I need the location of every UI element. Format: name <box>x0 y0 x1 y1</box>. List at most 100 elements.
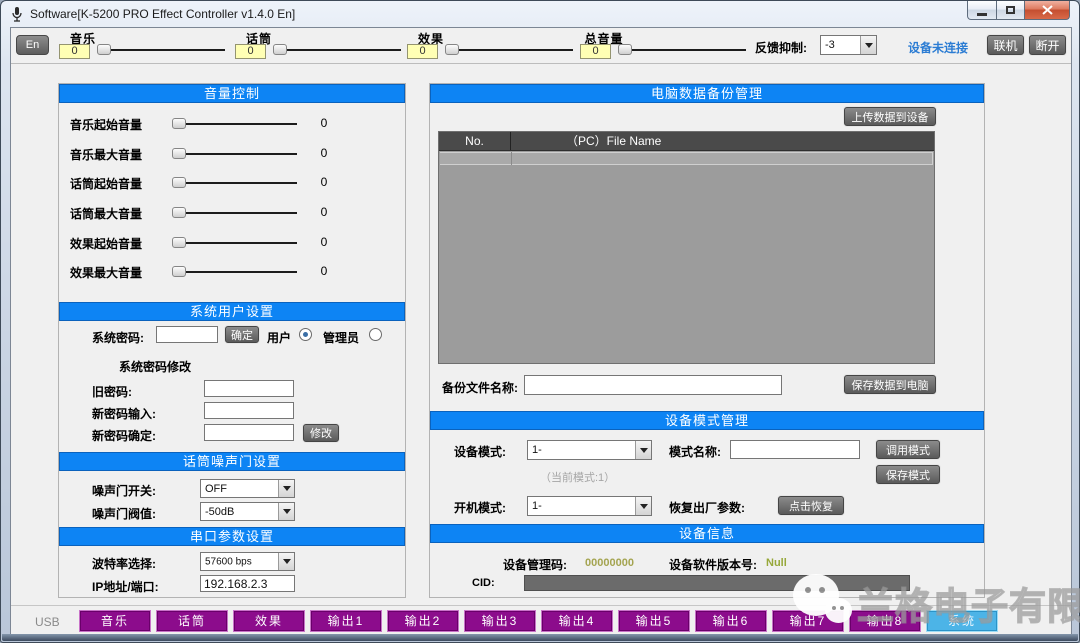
slider-handle[interactable] <box>172 148 186 159</box>
cid-label: CID: <box>472 577 495 589</box>
slider-handle[interactable] <box>172 177 186 188</box>
channel-button-output1[interactable]: 输出1 <box>310 610 382 632</box>
slider-label: 效果最大音量 <box>70 264 142 281</box>
close-icon <box>1042 5 1053 15</box>
noise-gate-threshold-select[interactable]: -50dB <box>200 502 295 521</box>
client-area: En 音乐 0 话筒 0 效果 0 总音量 0 反馈抑制: <box>10 27 1072 635</box>
slider-handle[interactable] <box>172 118 186 129</box>
table-empty-row[interactable] <box>440 152 933 165</box>
slider-value: 0 <box>309 175 339 189</box>
section-header-system-user: 系统用户设置 <box>59 302 405 321</box>
slider-handle[interactable] <box>618 44 632 55</box>
slider-label: 音乐起始音量 <box>70 116 142 133</box>
backup-filename-label: 备份文件名称: <box>442 379 518 396</box>
slider-track[interactable] <box>97 49 225 51</box>
slider-handle[interactable] <box>172 266 186 277</box>
slider-label: 音乐最大音量 <box>70 146 142 163</box>
version-label: 设备软件版本号: <box>669 556 757 573</box>
disconnect-button[interactable]: 断开 <box>1029 35 1066 55</box>
call-mode-button[interactable]: 调用模式 <box>876 440 940 459</box>
connect-button[interactable]: 联机 <box>987 35 1024 55</box>
feedback-suppression-select[interactable]: -3 <box>820 35 877 55</box>
boot-mode-select[interactable]: 1- <box>527 496 652 516</box>
slider-handle[interactable] <box>445 44 459 55</box>
mode-name-input[interactable] <box>730 440 860 459</box>
system-tab-button[interactable]: 系统 <box>926 610 998 632</box>
save-to-pc-button[interactable]: 保存数据到电脑 <box>844 375 936 394</box>
channel-button-music[interactable]: 音乐 <box>79 610 151 632</box>
user-radio[interactable] <box>299 328 312 341</box>
factory-restore-button[interactable]: 点击恢复 <box>778 496 844 515</box>
channel-button-output5[interactable]: 输出5 <box>618 610 690 632</box>
channel-button-output8[interactable]: 输出8 <box>849 610 921 632</box>
old-password-input[interactable] <box>204 380 294 397</box>
device-mode-value: 1- <box>532 444 542 456</box>
channel-button-mic[interactable]: 话筒 <box>156 610 228 632</box>
slider-track[interactable] <box>172 123 297 125</box>
language-button[interactable]: En <box>16 35 49 55</box>
close-button[interactable] <box>1025 1 1070 20</box>
slider-value: 0 <box>309 235 339 249</box>
slider-value: 0 <box>309 116 339 130</box>
confirm-password-input[interactable] <box>204 424 294 441</box>
slider-track[interactable] <box>618 49 746 51</box>
noise-gate-switch-select[interactable]: OFF <box>200 479 295 498</box>
window-title: Software[K-5200 PRO Effect Controller v1… <box>30 7 295 21</box>
slider-handle[interactable] <box>172 207 186 218</box>
slider-handle[interactable] <box>172 237 186 248</box>
channel-button-output7[interactable]: 输出7 <box>772 610 844 632</box>
slider-track[interactable] <box>172 182 297 184</box>
section-header-device-mode: 设备模式管理 <box>430 411 984 430</box>
version-value: Null <box>766 557 787 569</box>
device-mode-select[interactable]: 1- <box>527 440 652 460</box>
dropdown-arrow-icon[interactable] <box>860 36 876 54</box>
minimize-button[interactable] <box>967 1 997 20</box>
channel-button-output2[interactable]: 输出2 <box>387 610 459 632</box>
volume-slider-row: 效果最大音量 0 <box>59 259 405 283</box>
dropdown-arrow-icon[interactable] <box>635 497 651 515</box>
maximize-button[interactable] <box>997 1 1025 20</box>
current-mode-note: （当前模式:1） <box>540 469 615 485</box>
section-header-serial-port: 串口参数设置 <box>59 527 405 546</box>
baud-rate-select[interactable]: 57600 bps <box>200 552 295 571</box>
new-password-input[interactable] <box>204 402 294 419</box>
dropdown-arrow-icon[interactable] <box>278 480 294 497</box>
noise-gate-threshold-value: -50dB <box>205 506 234 518</box>
mgmt-code-label: 设备管理码: <box>503 556 567 573</box>
password-confirm-button[interactable]: 确定 <box>225 326 259 343</box>
channel-button-output3[interactable]: 输出3 <box>464 610 536 632</box>
admin-radio[interactable] <box>369 328 382 341</box>
window-controls <box>967 1 1070 20</box>
slider-handle[interactable] <box>273 44 287 55</box>
slider-track[interactable] <box>273 49 401 51</box>
left-panel: 音量控制 音乐起始音量 0 音乐最大音量 0 话筒起始音量 0 话筒最大音量 0 <box>58 83 406 598</box>
dropdown-arrow-icon[interactable] <box>635 441 651 459</box>
channel-button-output4[interactable]: 输出4 <box>541 610 613 632</box>
backup-table[interactable]: No. （PC）File Name <box>438 131 935 364</box>
section-header-volume-control: 音量控制 <box>59 84 405 103</box>
system-password-input[interactable] <box>156 326 218 343</box>
dropdown-arrow-icon[interactable] <box>278 553 294 570</box>
slider-track[interactable] <box>172 271 297 273</box>
channel-button-output6[interactable]: 输出6 <box>695 610 767 632</box>
slider-track[interactable] <box>172 212 297 214</box>
slider-handle[interactable] <box>97 44 111 55</box>
mode-name-label: 模式名称: <box>669 443 721 460</box>
dropdown-arrow-icon[interactable] <box>278 503 294 520</box>
password-modify-button[interactable]: 修改 <box>303 424 339 442</box>
slider-value: 0 <box>309 205 339 219</box>
titlebar[interactable]: Software[K-5200 PRO Effect Controller v1… <box>1 1 1079 27</box>
slider-value: 0 <box>309 264 339 278</box>
slider-track[interactable] <box>172 242 297 244</box>
ip-address-input[interactable] <box>200 575 295 592</box>
channel-button-effect[interactable]: 效果 <box>233 610 305 632</box>
backup-filename-input[interactable] <box>524 375 782 395</box>
cid-value-bar <box>524 575 910 591</box>
slider-track[interactable] <box>172 153 297 155</box>
save-mode-button[interactable]: 保存模式 <box>876 465 940 484</box>
volume-slider-row: 音乐最大音量 0 <box>59 141 405 165</box>
user-radio-label: 用户 <box>267 329 291 346</box>
upload-to-device-button[interactable]: 上传数据到设备 <box>844 107 936 126</box>
slider-track[interactable] <box>445 49 573 51</box>
channel-buttons: 音乐 话筒 效果 输出1 输出2 输出3 输出4 输出5 输出6 输出7 输出8… <box>79 610 998 632</box>
